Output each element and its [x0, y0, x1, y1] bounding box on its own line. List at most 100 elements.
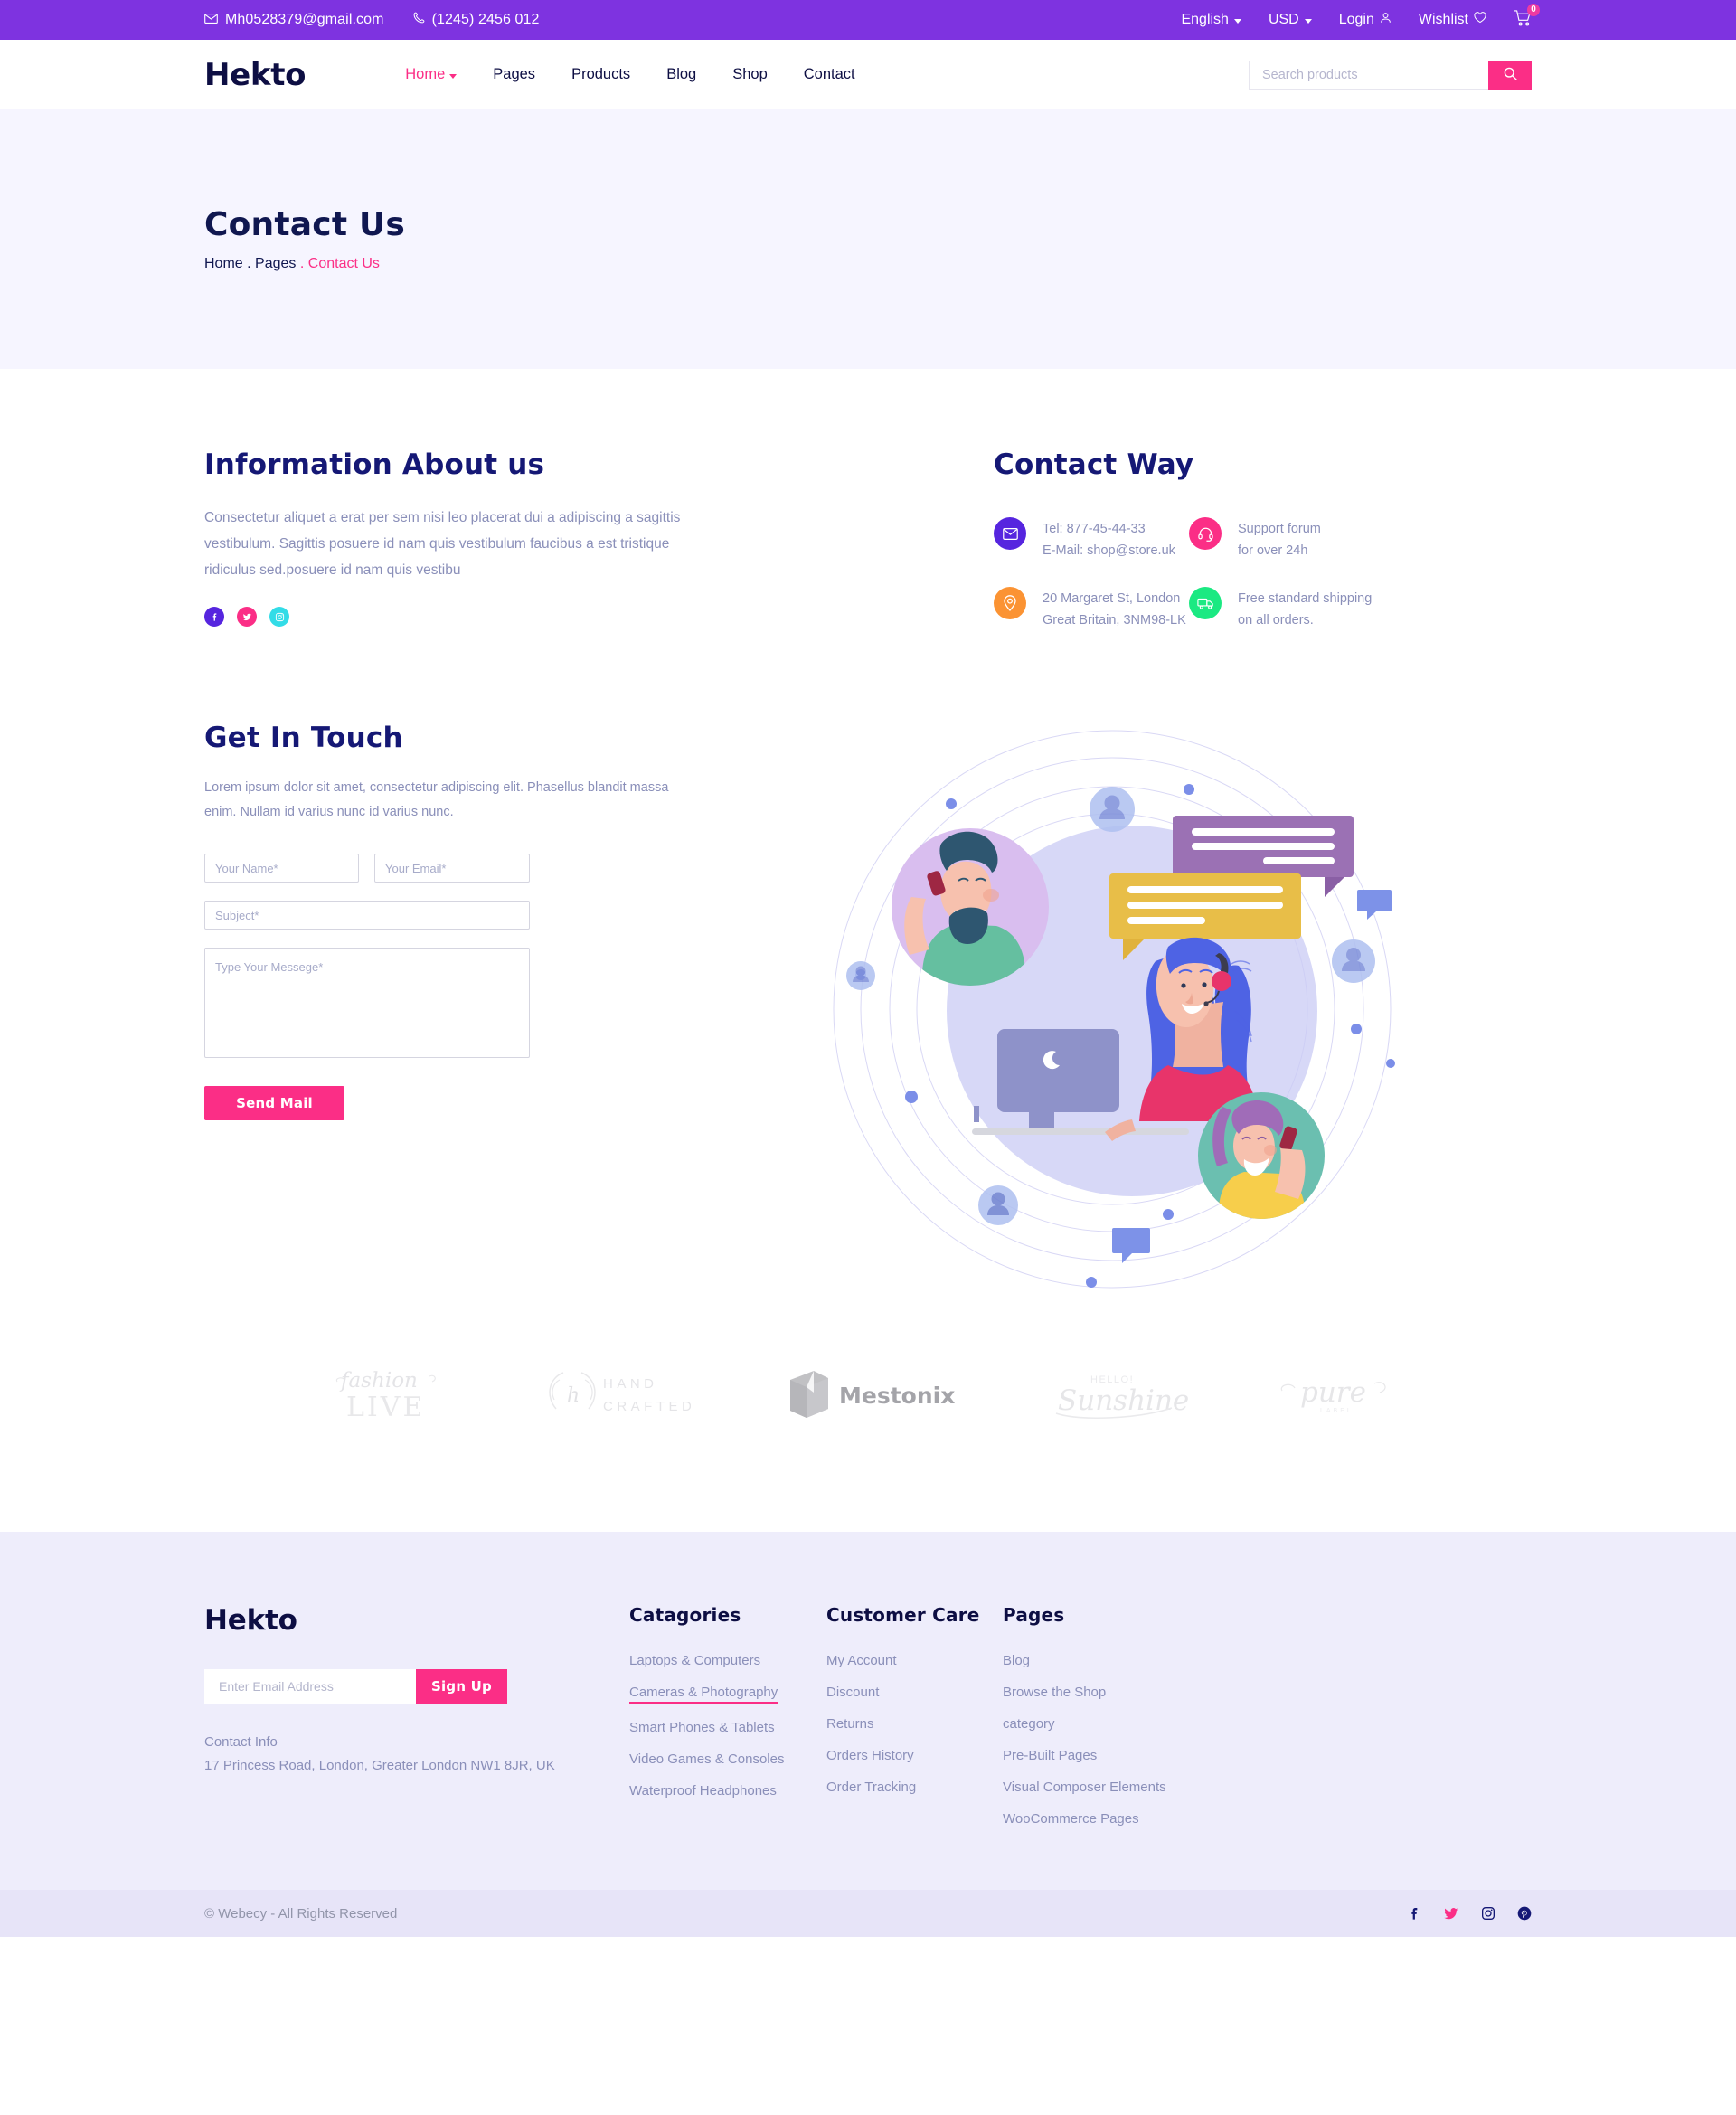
footer-link-browse-the-shop[interactable]: Browse the Shop: [1003, 1685, 1106, 1700]
search-button[interactable]: [1488, 60, 1532, 90]
footer-link-blog[interactable]: Blog: [1003, 1653, 1030, 1668]
footer-link-woocommerce-pages[interactable]: WooCommerce Pages: [1003, 1811, 1139, 1827]
footer-column-categories: Catagories Laptops & Computers Cameras &…: [629, 1604, 826, 1843]
contact-way-item-support: Support forum for over 24h: [1189, 517, 1532, 562]
hello-sunshine-logo[interactable]: HELLO! Sunshine: [1052, 1366, 1188, 1421]
main-navigation: Home Pages Products Blog Shop Contact: [405, 66, 854, 83]
breadcrumb-pages[interactable]: Pages: [255, 256, 296, 271]
send-mail-button[interactable]: Send Mail: [204, 1086, 344, 1120]
contact-way-shipping-line1: Free standard shipping: [1238, 591, 1373, 606]
search-input[interactable]: [1249, 60, 1488, 90]
footer-col-title-pages: Pages: [1003, 1604, 1065, 1626]
twitter-icon[interactable]: [237, 607, 257, 627]
hand-crafted-logo[interactable]: h HAND CRAFTED: [533, 1365, 691, 1421]
contact-phone-text: (1245) 2456 012: [431, 12, 540, 27]
footer-link-smart-phones-tablets[interactable]: Smart Phones & Tablets: [629, 1720, 775, 1735]
pure-logo[interactable]: pure LABEL: [1278, 1367, 1401, 1420]
envelope-icon: [204, 12, 218, 28]
twitter-icon[interactable]: [1443, 1906, 1459, 1921]
nav-item-contact[interactable]: Contact: [804, 66, 855, 83]
footer-link-orders-history[interactable]: Orders History: [826, 1748, 914, 1763]
cart-button[interactable]: 0: [1514, 3, 1540, 31]
contact-info-label: Contact Info: [204, 1734, 278, 1750]
login-link[interactable]: Login: [1339, 12, 1392, 28]
subject-input[interactable]: [204, 901, 530, 930]
site-logo[interactable]: Hekto: [204, 57, 307, 93]
contact-way-support-line2: for over 24h: [1238, 543, 1308, 558]
nav-item-home[interactable]: Home: [405, 66, 458, 83]
customer-support-illustration: [693, 722, 1532, 1300]
language-selector[interactable]: English: [1181, 12, 1241, 28]
contact-way-shipping-line2: on all orders.: [1238, 613, 1314, 628]
footer-link-category[interactable]: category: [1003, 1716, 1055, 1732]
page-title: Contact Us: [204, 206, 406, 243]
page-hero: Contact Us Home . Pages . Contact Us: [0, 109, 1736, 369]
footer-link-order-tracking[interactable]: Order Tracking: [826, 1780, 916, 1795]
mestonix-logo[interactable]: Mestonix: [781, 1365, 962, 1421]
message-textarea[interactable]: [204, 948, 530, 1058]
contact-phone[interactable]: (1245) 2456 012: [413, 12, 540, 28]
phone-icon: [413, 12, 425, 28]
footer-link-cameras-photography[interactable]: Cameras & Photography: [629, 1685, 778, 1704]
envelope-icon: [994, 517, 1026, 550]
chevron-down-icon: [449, 74, 458, 79]
svg-text:pure: pure: [1300, 1376, 1366, 1409]
newsletter-email-input[interactable]: [204, 1669, 416, 1704]
newsletter-signup-button[interactable]: Sign Up: [416, 1669, 507, 1704]
footer-link-discount[interactable]: Discount: [826, 1685, 879, 1700]
currency-selector[interactable]: USD: [1269, 12, 1312, 28]
breadcrumb-home[interactable]: Home: [204, 256, 243, 271]
nav-item-products[interactable]: Products: [571, 66, 630, 83]
contact-way-item-shipping: Free standard shipping on all orders.: [1189, 587, 1532, 631]
contact-way-address-line1: 20 Margaret St, London: [1043, 591, 1181, 606]
social-links: [204, 607, 747, 627]
instagram-icon[interactable]: [1481, 1906, 1495, 1921]
product-search: [1249, 60, 1532, 90]
chevron-down-icon: [1304, 18, 1312, 24]
contact-way-block: Contact Way Tel: 877-45-44-33 E-Mail: sh…: [994, 448, 1532, 631]
footer-link-returns[interactable]: Returns: [826, 1716, 874, 1732]
facebook-icon[interactable]: [1407, 1906, 1421, 1921]
name-input[interactable]: [204, 854, 359, 883]
contact-form: Send Mail: [204, 854, 693, 1120]
pinterest-icon[interactable]: [1517, 1906, 1532, 1921]
contact-email[interactable]: Mh0528379@gmail.com: [204, 12, 384, 28]
wishlist-link[interactable]: Wishlist: [1419, 12, 1486, 28]
footer-link-video-games-consoles[interactable]: Video Games & Consoles: [629, 1751, 784, 1767]
contact-info-address: 17 Princess Road, London, Greater London…: [204, 1758, 555, 1773]
brand-logos-strip: fashion LIVE h HAND CRAFTED Mestonix HEL…: [303, 1300, 1433, 1532]
instagram-icon[interactable]: [269, 607, 289, 627]
breadcrumb: Home . Pages . Contact Us: [204, 256, 1532, 272]
search-icon: [1504, 67, 1517, 83]
get-in-touch-section: Get In Touch Lorem ipsum dolor sit amet,…: [172, 631, 1564, 1300]
facebook-icon[interactable]: [204, 607, 224, 627]
footer-link-visual-composer-elements[interactable]: Visual Composer Elements: [1003, 1780, 1166, 1795]
svg-text:LABEL: LABEL: [1320, 1408, 1354, 1414]
footer-logo[interactable]: Hekto: [204, 1604, 629, 1637]
information-paragraph: Consectetur aliquet a erat per sem nisi …: [204, 510, 681, 578]
get-in-touch-paragraph: Lorem ipsum dolor sit amet, consectetur …: [204, 780, 669, 819]
currency-label: USD: [1268, 12, 1299, 27]
nav-item-shop[interactable]: Shop: [732, 66, 768, 83]
contact-way-address-line2: Great Britain, 3NM98-LK: [1043, 613, 1186, 628]
support-illustration-graphic: [833, 730, 1395, 1289]
location-pin-icon: [994, 587, 1026, 619]
information-contact-section: Information About us Consectetur aliquet…: [172, 369, 1564, 631]
contact-email-text: Mh0528379@gmail.com: [225, 12, 384, 27]
contact-way-items: Tel: 877-45-44-33 E-Mail: shop@store.uk: [994, 517, 1532, 631]
footer-link-laptops-computers[interactable]: Laptops & Computers: [629, 1653, 760, 1668]
nav-item-pages[interactable]: Pages: [493, 66, 535, 83]
fashion-live-logo[interactable]: fashion LIVE: [335, 1364, 442, 1423]
footer-column-customer-care: Customer Care My Account Discount Return…: [826, 1604, 1003, 1843]
site-header: Hekto Home Pages Products Blog Shop Cont…: [0, 40, 1736, 109]
footer-link-waterproof-headphones[interactable]: Waterproof Headphones: [629, 1783, 777, 1799]
svg-text:h: h: [567, 1384, 580, 1407]
nav-item-blog[interactable]: Blog: [666, 66, 696, 83]
user-icon: [1380, 12, 1392, 28]
email-input[interactable]: [374, 854, 530, 883]
footer-link-pre-built-pages[interactable]: Pre-Built Pages: [1003, 1748, 1097, 1763]
headset-icon: [1189, 517, 1222, 550]
svg-text:LIVE: LIVE: [346, 1392, 425, 1423]
footer-contact-info: Contact Info 17 Princess Road, London, G…: [204, 1731, 629, 1778]
footer-link-my-account[interactable]: My Account: [826, 1653, 897, 1668]
